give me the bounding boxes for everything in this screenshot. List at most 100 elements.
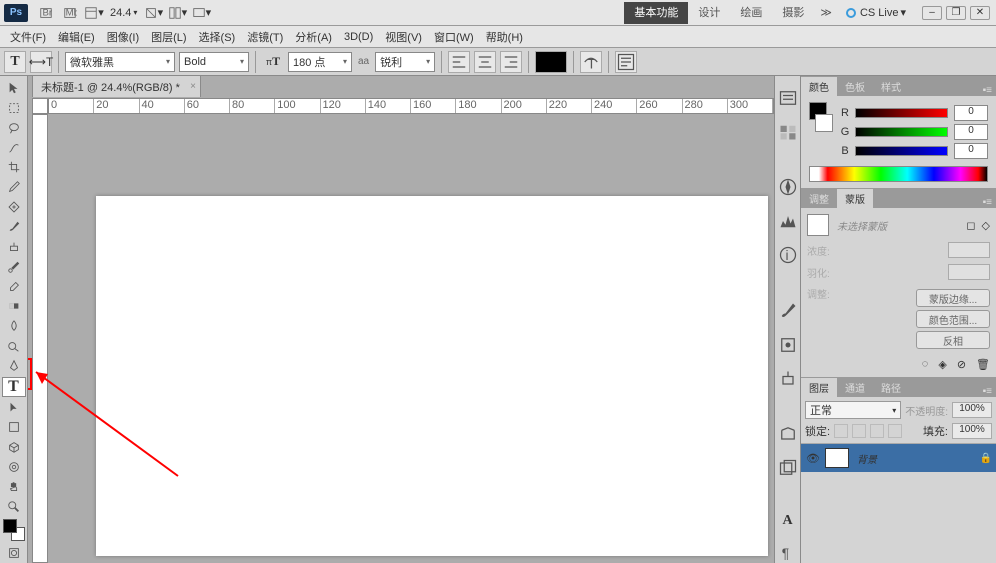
workspace-more-icon[interactable]: ≫: [814, 6, 838, 19]
menu-select[interactable]: 选择(S): [193, 29, 242, 45]
menu-filter[interactable]: 滤镜(T): [241, 29, 289, 45]
tab-color[interactable]: 颜色: [801, 77, 837, 96]
brush-preset-icon[interactable]: [778, 335, 798, 355]
disable-mask-icon[interactable]: ⊘: [957, 358, 966, 371]
horizontal-ruler[interactable]: 0204060801001201401601802002202402602803…: [48, 98, 774, 114]
layer-row[interactable]: 👁 背景 🔒: [801, 444, 996, 472]
menu-file[interactable]: 文件(F): [4, 29, 52, 45]
font-weight-select[interactable]: Bold▾: [179, 52, 249, 72]
swatches-panel-icon[interactable]: [778, 122, 798, 142]
shape-tool[interactable]: [2, 419, 26, 437]
align-left-icon[interactable]: [448, 51, 470, 73]
lock-pixels-icon[interactable]: [852, 424, 866, 438]
fgbg-swatch[interactable]: [809, 102, 833, 158]
apply-mask-icon[interactable]: ◈: [938, 358, 946, 371]
histogram-panel-icon[interactable]: [778, 211, 798, 231]
document-tab[interactable]: 未标题-1 @ 24.4%(RGB/8) *×: [32, 76, 201, 97]
blur-tool[interactable]: [2, 317, 26, 335]
b-value[interactable]: 0: [954, 143, 988, 159]
text-tool[interactable]: T: [2, 377, 26, 397]
tab-channels[interactable]: 通道: [837, 378, 873, 397]
eyedropper-tool[interactable]: [2, 178, 26, 196]
align-right-icon[interactable]: [500, 51, 522, 73]
gradient-tool[interactable]: [2, 297, 26, 315]
font-family-select[interactable]: 微软雅黑▾: [65, 52, 175, 72]
menu-view[interactable]: 视图(V): [379, 29, 428, 45]
pixel-mask-icon[interactable]: ◻: [966, 219, 975, 232]
tab-swatches[interactable]: 色板: [837, 77, 873, 96]
tab-layers[interactable]: 图层: [801, 378, 837, 397]
delete-mask-icon[interactable]: 🗑: [976, 358, 990, 371]
r-slider[interactable]: [855, 108, 948, 118]
character-panel-icon[interactable]: A: [778, 513, 798, 529]
tab-styles[interactable]: 样式: [873, 77, 909, 96]
lock-all-icon[interactable]: [888, 424, 902, 438]
hand-tool-icon[interactable]: ▾: [143, 3, 163, 23]
mask-edge-button[interactable]: 蒙版边缘...: [916, 289, 990, 307]
lock-position-icon[interactable]: [870, 424, 884, 438]
history-brush-tool[interactable]: [2, 258, 26, 276]
clone-stamp-tool[interactable]: [2, 238, 26, 256]
panel-menu-icon[interactable]: ▪≡: [979, 197, 996, 208]
fill-field[interactable]: 100%: [952, 423, 992, 439]
screen-mode-icon[interactable]: ▾: [191, 3, 211, 23]
healing-brush-tool[interactable]: [2, 198, 26, 216]
minimize-button[interactable]: ‒: [922, 6, 942, 20]
menu-help[interactable]: 帮助(H): [480, 29, 529, 45]
close-button[interactable]: ✕: [970, 6, 990, 20]
paragraph-panel-icon[interactable]: [615, 51, 637, 73]
blend-mode-select[interactable]: 正常▾: [805, 401, 901, 419]
color-swatch-tool[interactable]: [2, 518, 26, 542]
menu-analysis[interactable]: 分析(A): [289, 29, 338, 45]
lock-transparency-icon[interactable]: [834, 424, 848, 438]
3d-tool[interactable]: [2, 438, 26, 456]
menu-3d[interactable]: 3D(D): [338, 31, 379, 43]
move-tool[interactable]: [2, 79, 26, 97]
minibridge-icon[interactable]: Mb: [60, 3, 80, 23]
density-field[interactable]: [948, 242, 990, 258]
menu-edit[interactable]: 编辑(E): [52, 29, 101, 45]
canvas[interactable]: [96, 196, 768, 556]
font-size-select[interactable]: 180 点▾: [288, 52, 352, 72]
align-center-icon[interactable]: [474, 51, 496, 73]
color-range-button[interactable]: 颜色范围...: [916, 310, 990, 328]
restore-button[interactable]: ❐: [946, 6, 966, 20]
workspace-essentials[interactable]: 基本功能: [624, 2, 688, 24]
crop-tool[interactable]: [2, 158, 26, 176]
cslive-button[interactable]: CS Live▾: [846, 6, 906, 19]
history-panel-icon[interactable]: [778, 88, 798, 108]
close-tab-icon[interactable]: ×: [190, 81, 196, 92]
color-spectrum[interactable]: [809, 166, 988, 182]
dodge-tool[interactable]: [2, 337, 26, 355]
clone-source-icon[interactable]: [778, 369, 798, 389]
b-slider[interactable]: [855, 146, 948, 156]
g-slider[interactable]: [855, 127, 948, 137]
visibility-icon[interactable]: 👁: [805, 452, 821, 465]
workspace-painting[interactable]: 绘画: [730, 2, 772, 24]
tab-masks[interactable]: 蒙版: [837, 189, 873, 208]
menu-window[interactable]: 窗口(W): [428, 29, 480, 45]
load-selection-icon[interactable]: ◌: [922, 358, 929, 371]
layer-name[interactable]: 背景: [857, 451, 877, 466]
eraser-tool[interactable]: [2, 277, 26, 295]
menu-layer[interactable]: 图层(L): [145, 29, 192, 45]
pen-tool[interactable]: [2, 357, 26, 375]
zoom-level-select[interactable]: 24.4▾: [110, 7, 137, 19]
bridge-icon[interactable]: Br: [36, 3, 56, 23]
opacity-field[interactable]: 100%: [952, 402, 992, 418]
arrange-docs-icon[interactable]: ▾: [167, 3, 187, 23]
layer-comps-icon[interactable]: [778, 458, 798, 478]
tool-preset-icon[interactable]: T: [4, 51, 26, 73]
info-panel-icon[interactable]: i: [778, 245, 798, 265]
antialias-select[interactable]: 锐利▾: [375, 52, 435, 72]
vertical-ruler[interactable]: [32, 114, 48, 563]
text-orientation-icon[interactable]: ⟷T: [30, 51, 52, 73]
menu-image[interactable]: 图像(I): [101, 29, 145, 45]
panel-menu-icon[interactable]: ▪≡: [979, 386, 996, 397]
paragraph-dock-icon[interactable]: ¶: [778, 543, 798, 563]
quickmask-tool[interactable]: [2, 544, 26, 562]
ruler-origin[interactable]: [32, 98, 48, 114]
tab-paths[interactable]: 路径: [873, 378, 909, 397]
3d-camera-tool[interactable]: [2, 458, 26, 476]
feather-field[interactable]: [948, 264, 990, 280]
